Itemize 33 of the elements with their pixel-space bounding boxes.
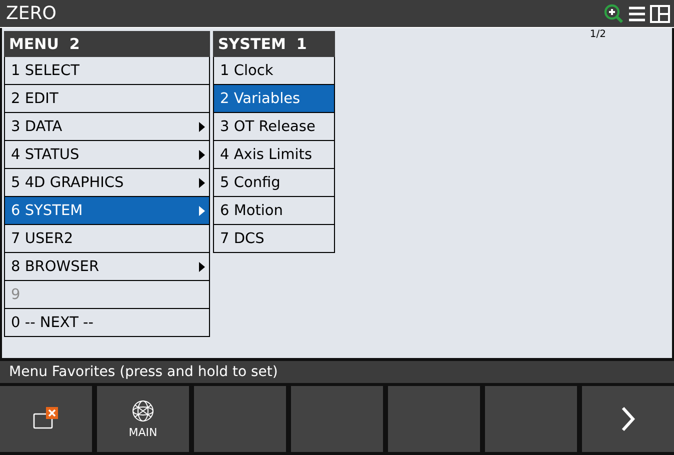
function-key[interactable] bbox=[194, 386, 286, 452]
function-key[interactable] bbox=[388, 386, 480, 452]
menu-item[interactable]: 5 4D GRAPHICS bbox=[4, 169, 210, 197]
submenu-item[interactable]: 3 OT Release bbox=[213, 113, 335, 141]
menu-item[interactable]: 7 USER2 bbox=[4, 225, 210, 253]
menu-header: MENU 2 bbox=[4, 31, 210, 57]
close-window-button[interactable] bbox=[0, 386, 92, 452]
submenu-item[interactable]: 1 Clock bbox=[213, 57, 335, 85]
menu-item[interactable]: 3 DATA bbox=[4, 113, 210, 141]
menu-item[interactable]: 4 STATUS bbox=[4, 141, 210, 169]
zoom-in-icon[interactable] bbox=[604, 4, 624, 24]
next-button[interactable] bbox=[582, 386, 674, 452]
split-view-icon[interactable] bbox=[650, 4, 670, 22]
window-title: ZERO bbox=[6, 3, 56, 24]
submenu-header: SYSTEM 1 bbox=[213, 31, 335, 57]
main-button[interactable]: MAIN bbox=[97, 386, 189, 452]
submenu-item[interactable]: 6 Motion bbox=[213, 197, 335, 225]
chevron-right-icon bbox=[621, 406, 635, 432]
menu-item[interactable]: 8 BROWSER bbox=[4, 253, 210, 281]
menu-item[interactable]: 0 -- NEXT -- bbox=[4, 309, 210, 337]
submenu-item[interactable]: 7 DCS bbox=[213, 225, 335, 253]
submenu-item[interactable]: 5 Config bbox=[213, 169, 335, 197]
globe-icon bbox=[131, 399, 155, 423]
function-key[interactable] bbox=[485, 386, 577, 452]
menu-item[interactable]: 1 SELECT bbox=[4, 57, 210, 85]
function-key[interactable] bbox=[291, 386, 383, 452]
menu-icon[interactable] bbox=[628, 4, 646, 22]
submenu-item[interactable]: 2 Variables bbox=[213, 85, 335, 113]
menu-item[interactable]: 6 SYSTEM bbox=[4, 197, 210, 225]
submenu-item[interactable]: 4 Axis Limits bbox=[213, 141, 335, 169]
menu-item[interactable]: 2 EDIT bbox=[4, 85, 210, 113]
page-indicator: 1/2 bbox=[590, 29, 606, 40]
status-bar: Menu Favorites (press and hold to set) bbox=[0, 361, 674, 383]
